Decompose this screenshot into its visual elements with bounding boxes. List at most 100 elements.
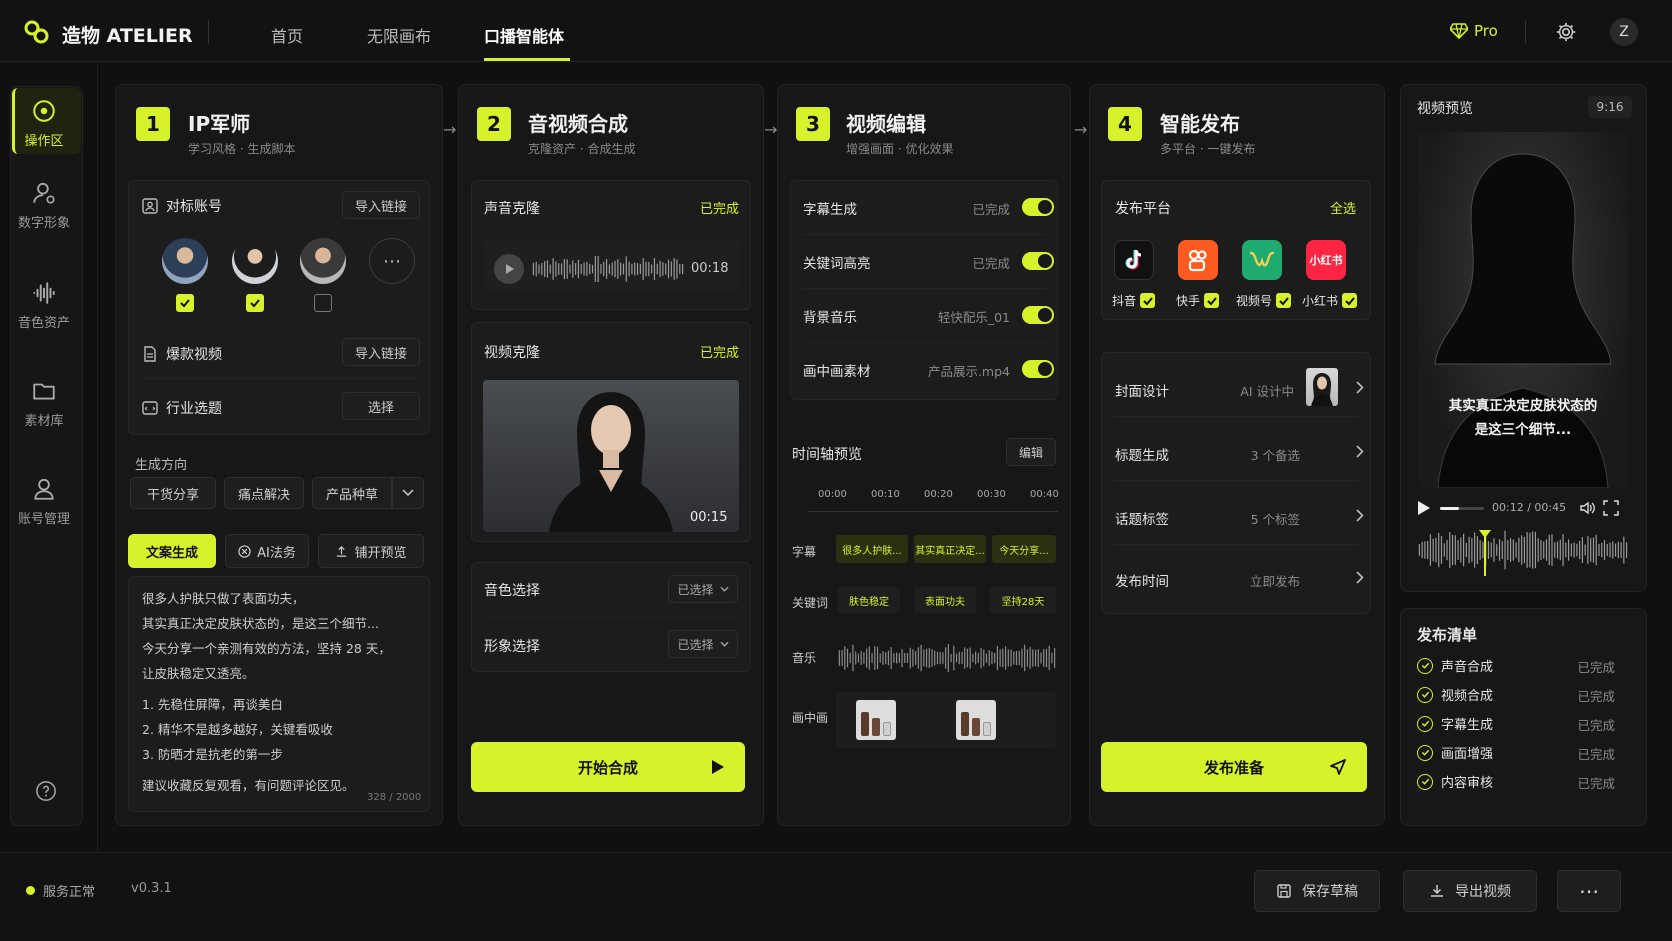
pro-badge[interactable]: Pro [1450,22,1498,40]
subtitle-chip[interactable]: 今天分享... [992,535,1056,563]
sidebar-item-voice[interactable]: 音色资产 [8,280,80,331]
douyin-checkbox[interactable] [1140,293,1156,308]
xiaohongshu-option[interactable]: 小红书 [1302,292,1358,309]
sidebar-divider [97,62,98,852]
step2-title: 音视频合成 [528,112,628,136]
select-all-link[interactable]: 全选 [1330,198,1356,217]
volume-icon[interactable] [1579,500,1595,520]
direction-dropdown-button[interactable] [392,477,424,509]
pip-clip-thumbnail[interactable] [856,700,896,740]
channels-option[interactable]: 视频号 [1236,292,1292,309]
export-video-button[interactable]: 导出视频 [1403,870,1537,912]
sidebar-item-label: 账号管理 [17,512,70,527]
play-icon[interactable] [494,254,524,284]
more-accounts-button[interactable]: ⋯ [369,238,415,284]
help-icon[interactable] [35,780,57,806]
direction-option-1[interactable]: 干货分享 [130,477,216,509]
kuaishou-checkbox[interactable] [1204,293,1220,308]
keyword-chip[interactable]: 肤色稳定 [838,587,900,613]
douyin-icon[interactable] [1114,240,1154,280]
avatar[interactable]: Z [1610,18,1638,46]
topic-row: 行业选题 [142,398,222,418]
xiaohongshu-checkbox[interactable] [1342,293,1358,308]
timeline-edit-button[interactable]: 编辑 [1006,438,1056,466]
sidebar-item-workspace[interactable]: 操作区 [8,98,80,149]
benchmark-import-button[interactable]: 导入链接 [342,191,420,219]
xiaohongshu-icon[interactable]: 小红书 [1306,240,1346,280]
fullscreen-icon[interactable] [1603,500,1619,520]
edit-option-toggle[interactable] [1022,252,1054,270]
playhead-handle[interactable] [1479,530,1491,538]
ai-legal-button[interactable]: AI法务 [225,534,309,568]
script-text[interactable]: 很多人护肤只做了表面功夫， 其实真正决定皮肤状态的，是这三个细节... 今天分享… [142,586,422,798]
chevron-right-icon [1356,381,1364,398]
benchmark-avatar-2[interactable] [232,238,278,284]
sidebar-item-label: 音色资产 [17,316,70,331]
divider [803,342,1047,343]
avatar-2-checkbox[interactable] [246,294,264,312]
seek-bar[interactable] [1440,507,1484,510]
timeline-tick: 00:10 [871,489,900,500]
edit-option-toggle[interactable] [1022,198,1054,216]
edit-option-toggle[interactable] [1022,306,1054,324]
pip-clip-thumbnail[interactable] [956,700,996,740]
publish-prepare-button[interactable]: 发布准备 [1101,742,1367,792]
sidebar-item-avatar[interactable]: 数字形象 [8,180,80,231]
subtitle-chip[interactable]: 很多人护肤... [836,535,908,563]
playhead[interactable] [1484,532,1486,576]
sidebar-item-account[interactable]: 账号管理 [8,476,80,527]
step3-number: 3 [796,107,830,141]
keyword-chip[interactable]: 坚持28天 [990,587,1056,613]
start-synthesis-button[interactable]: 开始合成 [471,742,745,792]
generate-copy-button[interactable]: 文案生成 [128,534,216,568]
subtitle-chip[interactable]: 其实真正决定... [914,535,986,563]
channels-icon[interactable] [1242,240,1282,280]
kuaishou-option[interactable]: 快手 [1176,292,1220,309]
edit-option-toggle[interactable] [1022,360,1054,378]
pip-track-label: 画中画 [792,711,829,725]
chevron-right-icon [1356,509,1364,526]
ai-legal-label: AI法务 [257,545,296,561]
benchmark-label: 对标账号 [166,199,222,215]
tab-agent[interactable]: 口播智能体 [484,23,564,47]
direction-option-3[interactable]: 产品种草 [312,477,392,509]
viral-import-button[interactable]: 导入链接 [342,338,420,366]
play-icon[interactable] [1417,500,1431,520]
settings-icon[interactable] [1555,21,1577,47]
channels-checkbox[interactable] [1276,293,1292,308]
save-draft-button[interactable]: 保存草稿 [1254,870,1380,912]
tab-home[interactable]: 首页 [271,23,303,47]
douyin-option[interactable]: 抖音 [1112,292,1156,309]
step4-number: 4 [1108,107,1142,141]
topic-select-button[interactable]: 选择 [342,392,420,420]
sidebar-item-library[interactable]: 素材库 [8,378,80,429]
edit-option-value: 轻快配乐_01 [937,310,1010,325]
benchmark-avatar-1[interactable] [162,238,208,284]
tab-active-indicator [484,58,570,61]
avatar-1-checkbox[interactable] [176,294,194,312]
video-clone-status: 已完成 [700,346,740,361]
expand-preview-button[interactable]: 铺开预览 [318,534,424,568]
divider [1113,416,1359,417]
document-icon [144,346,156,362]
kuaishou-icon[interactable] [1178,240,1218,280]
tone-select[interactable]: 已选择 [668,575,738,603]
benchmark-avatar-3[interactable] [300,238,346,284]
avatar-3-checkbox[interactable] [314,294,332,312]
direction-option-2[interactable]: 痛点解决 [224,477,304,509]
start-synthesis-label: 开始合成 [577,758,638,777]
more-options-button[interactable]: ⋯ [1557,870,1621,912]
aspect-ratio-badge[interactable]: 9:16 [1588,96,1632,118]
keyword-chip[interactable]: 表面功夫 [914,587,976,613]
publish-setting-value: AI 设计中 [1240,384,1294,399]
version-label: v0.3.1 [131,881,172,896]
publish-setting-value: 5 个标签 [1250,512,1300,527]
tab-canvas[interactable]: 无限画布 [367,23,431,47]
step1-title: IP军师 [188,112,251,136]
edit-option-value: 已完成 [972,202,1010,217]
avatar-select[interactable]: 已选择 [668,630,738,658]
step2-number: 2 [477,107,511,141]
script-line: 1. 先稳住屏障，再谈美白 [142,697,283,712]
avatar-select-label: 形象选择 [484,639,540,655]
script-line: 很多人护肤只做了表面功夫， [142,591,305,606]
